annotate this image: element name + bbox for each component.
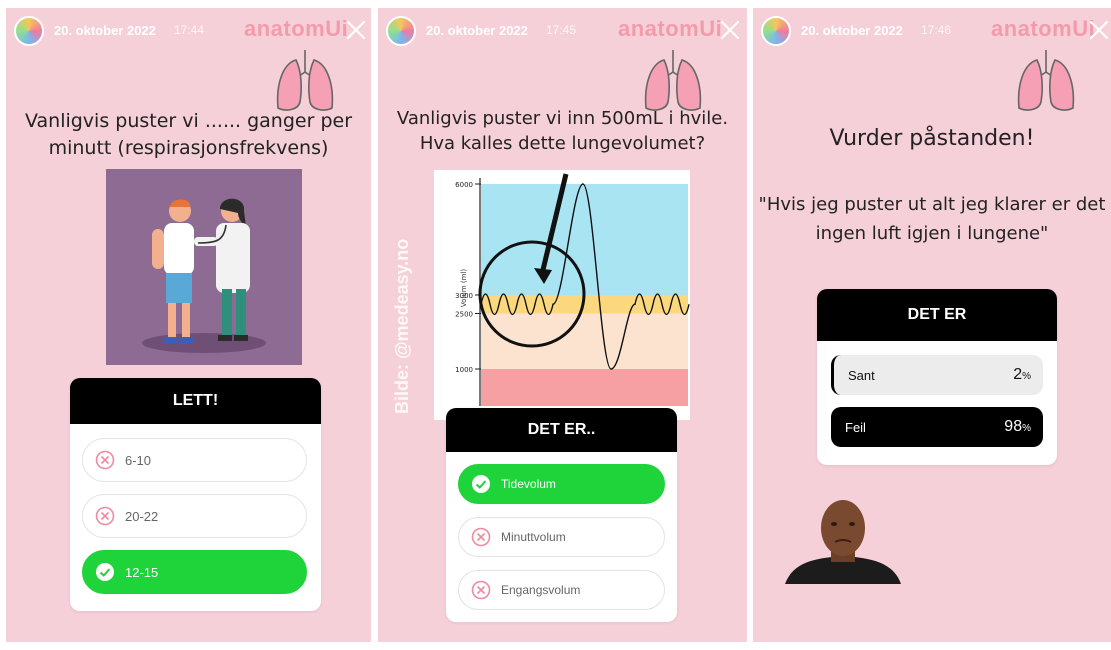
poll-option[interactable]: 20-22 [82,494,307,538]
poll-option[interactable]: 6-10 [82,438,307,482]
poll-option-label: Minuttvolum [501,530,566,544]
y-tick-label: 2500 [455,311,473,319]
close-icon[interactable] [344,18,368,42]
lungs-icon [276,50,334,111]
quiz-poll: LETT! 6-10 20-22 12-15 [70,378,321,611]
brand-logo: anatomUi [244,16,349,41]
poll-option[interactable]: Engangsvolum [458,570,665,610]
result-unit: % [1022,371,1031,382]
volume-band [481,184,688,295]
close-icon[interactable] [718,18,742,42]
poll-title: LETT! [70,378,321,424]
story-date: 20. oktober 2022 [426,23,528,38]
reaction-sticker [785,500,901,584]
wrong-icon [95,450,115,470]
question-text: Vanligvis puster vi ...... ganger per mi… [24,110,353,159]
checkmark-icon [472,475,490,493]
result-value: 98 [1004,418,1023,435]
lung-volume-chart: 6000300025001000 Volum (ml) [434,170,690,420]
statement-text: "Hvis jeg puster ut alt jeg klarer er de… [758,194,1106,244]
brand-logo: anatomUi [991,16,1096,41]
result-label: Feil [845,419,866,435]
question-title: Vurder påstanden! [829,126,1035,151]
wrong-icon [95,506,115,526]
avatar[interactable] [386,16,416,46]
story-date: 20. oktober 2022 [801,23,903,38]
poll-option[interactable]: Minuttvolum [458,517,665,557]
poll-title: DET ER.. [446,408,677,452]
poll-results: DET ER Sant 2% Feil 98% [817,289,1057,465]
avatar[interactable] [761,16,791,46]
image-credit: Bilde: @medeasy.no [392,238,412,414]
wrong-icon [471,580,491,600]
story-time: 17:45 [546,23,577,37]
y-tick-label: 1000 [455,366,473,374]
story-time: 17:46 [921,23,952,37]
story-panel-1: 20. oktober 2022 17:44 anatomUi Vanligvi… [6,8,371,642]
question-text: Vanligvis puster vi inn 500mL i hvile. H… [396,108,729,154]
story-time: 17:44 [174,23,205,37]
close-icon[interactable] [1087,18,1111,42]
result-bar-feil[interactable]: Feil 98% [831,407,1043,447]
volume-band [481,369,688,406]
lungs-icon [1017,50,1075,111]
result-percent: 2% [1013,366,1031,384]
image-credit-wrap: Bilde: @medeasy.no [392,194,416,414]
y-tick-label: 6000 [455,181,473,189]
poll-option-label: 6-10 [125,452,152,468]
story-panel-2: 20. oktober 2022 17:45 anatomUi Vanligvi… [378,8,747,642]
poll-option-label: 20-22 [125,508,159,524]
quiz-poll: DET ER.. Tidevolum Minuttvolum Engangsvo… [446,408,677,622]
poll-option-label: 12-15 [125,564,159,580]
avatar[interactable] [14,16,44,46]
story-date: 20. oktober 2022 [54,23,156,38]
doctor-patient-illustration [106,169,302,365]
result-label: Sant [848,367,875,383]
poll-title: DET ER [817,289,1057,341]
result-bar-sant[interactable]: Sant 2% [831,355,1043,395]
result-unit: % [1022,423,1031,434]
checkmark-icon [96,563,114,581]
brand-logo: anatomUi [618,16,723,41]
result-percent: 98% [1004,418,1031,436]
poll-option-correct[interactable]: Tidevolum [458,464,665,504]
y-axis-label: Volum (ml) [460,269,468,307]
wrong-icon [471,527,491,547]
poll-option-correct[interactable]: 12-15 [82,550,307,594]
result-value: 2 [1013,366,1023,383]
story-panel-3: 20. oktober 2022 17:46 anatomUi Vurder p… [753,8,1111,642]
poll-option-label: Engangsvolum [501,583,581,597]
poll-option-label: Tidevolum [501,477,556,491]
